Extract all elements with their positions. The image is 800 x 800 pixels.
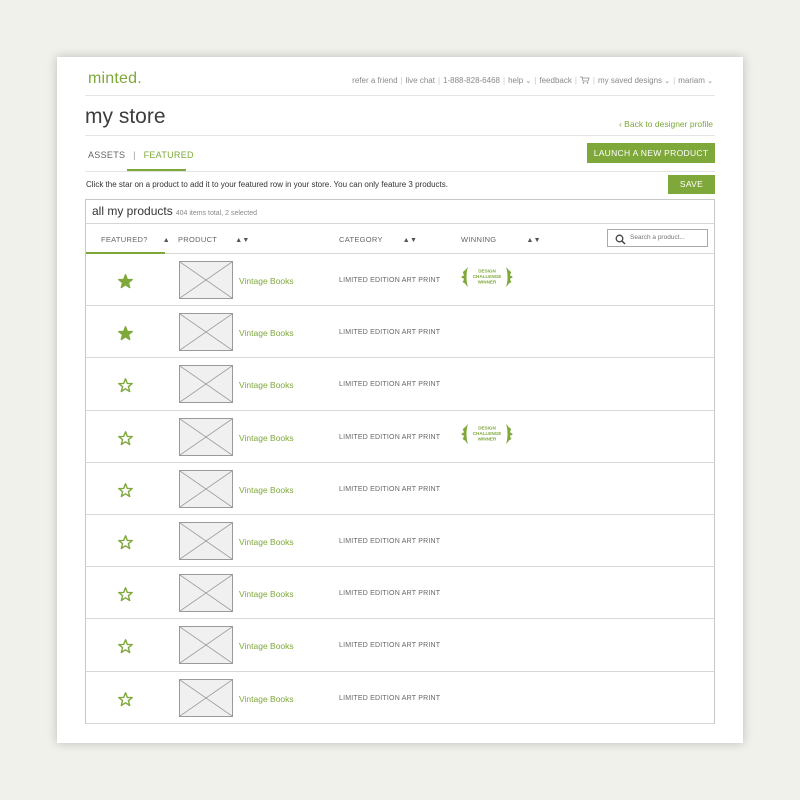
product-search-box[interactable]: [607, 229, 708, 247]
tab-assets[interactable]: ASSETS: [88, 150, 125, 160]
item-count: 404 items total, 2 selected: [175, 210, 258, 217]
product-category: LIMITED EDITION ART PRINT: [339, 433, 441, 441]
tabs-divider: [85, 171, 715, 172]
product-thumbnail-placeholder[interactable]: [179, 313, 233, 352]
product-name-link[interactable]: Vintage Books: [239, 641, 294, 651]
column-header-category[interactable]: CATEGORY ▲▼: [339, 235, 417, 244]
panel-title: all my products 404 items total, 2 select…: [92, 204, 257, 218]
product-thumbnail-placeholder[interactable]: [179, 626, 233, 665]
chevron-down-icon: ⌄: [664, 78, 671, 85]
save-button[interactable]: SAVE: [668, 175, 715, 194]
product-name-link[interactable]: Vintage Books: [239, 328, 294, 338]
product-category: LIMITED EDITION ART PRINT: [339, 538, 441, 545]
star-outline-icon[interactable]: [118, 482, 133, 498]
design-challenge-winner-badge: DESIGNCHALLENGEWINNER: [461, 267, 513, 287]
chevron-down-icon: ⌄: [707, 78, 713, 85]
badge-line-3: WINNER: [478, 280, 497, 285]
nav-saved-designs-dropdown[interactable]: my saved designs ⌄: [598, 76, 670, 85]
product-category: LIMITED EDITION ART PRINT: [339, 590, 441, 598]
row-divider: [86, 722, 714, 724]
design-challenge-winner-badge: DESIGNCHALLENGEWINNER: [461, 423, 513, 444]
minted-logo[interactable]: minted.: [88, 70, 142, 88]
nav-feedback[interactable]: feedback: [539, 76, 571, 85]
badge-line-3: WINNER: [478, 436, 497, 441]
product-search-input[interactable]: [628, 233, 708, 242]
product-category: LIMITED EDITION ART PRINT: [339, 381, 441, 389]
product-name-link[interactable]: Vintage Books: [239, 589, 294, 599]
star-outline-icon[interactable]: [118, 378, 133, 393]
page-title: my store: [85, 105, 166, 128]
sort-icon: ▲▼: [402, 237, 418, 244]
instructions-text: Click the star on a product to add it to…: [86, 180, 448, 189]
table-row: Vintage Books LIMITED EDITION ART PRINT: [86, 463, 714, 515]
column-header-winning[interactable]: WINNING ▲▼: [461, 235, 541, 244]
sort-icon: ▲▼: [526, 237, 541, 244]
nav-user-menu[interactable]: mariam ⌄: [678, 76, 713, 85]
product-category: LIMITED EDITION ART PRINT: [339, 277, 441, 284]
chevron-down-icon: ⌄: [525, 78, 532, 85]
search-icon: [615, 234, 626, 245]
star-filled-icon[interactable]: [118, 274, 133, 289]
column-header-product[interactable]: PRODUCT ▲▼: [178, 235, 250, 244]
table-row: Vintage Books LIMITED EDITION ART PRINT: [86, 515, 714, 568]
product-category: LIMITED EDITION ART PRINT: [339, 642, 441, 650]
tab-bar: ASSETS | FEATURED: [88, 150, 194, 160]
product-name-link[interactable]: Vintage Books: [239, 537, 294, 547]
chevron-left-icon: ‹: [618, 119, 622, 129]
nav-refer-a-friend[interactable]: refer a friend: [352, 76, 397, 85]
table-row: Vintage Books LIMITED EDITION ART PRINT DE…: [86, 411, 714, 463]
star-outline-icon[interactable]: [118, 691, 133, 707]
nav-live-chat[interactable]: live chat: [406, 76, 435, 85]
badge-line-1: DESIGN: [478, 269, 496, 274]
sort-icon: ▲▼: [235, 237, 250, 244]
product-category: LIMITED EDITION ART PRINT: [339, 329, 441, 337]
title-divider: [85, 135, 715, 136]
app-window: minted. refer a friend | live chat | 1-888-8…: [57, 57, 743, 743]
badge-line-1: DESIGN: [478, 425, 496, 430]
product-thumbnail-placeholder[interactable]: [179, 261, 233, 299]
badge-line-2: CHALLENGE: [473, 431, 502, 436]
product-name-link[interactable]: Vintage Books: [239, 694, 294, 704]
product-thumbnail-placeholder[interactable]: [179, 522, 233, 560]
launch-new-product-button[interactable]: LAUNCH A NEW PRODUCT: [587, 143, 715, 163]
star-outline-icon[interactable]: [118, 639, 133, 654]
product-thumbnail-placeholder[interactable]: [179, 365, 233, 404]
cart-icon: [579, 76, 590, 84]
product-name-link[interactable]: Vintage Books: [239, 276, 294, 286]
panel-title-text: all my products: [92, 204, 173, 218]
table-row: Vintage Books LIMITED EDITION ART PRINT: [86, 619, 714, 672]
table-row: Vintage Books LIMITED EDITION ART PRINT: [86, 358, 714, 411]
product-category: LIMITED EDITION ART PRINT: [339, 694, 441, 702]
star-filled-icon[interactable]: [118, 326, 133, 341]
product-category: LIMITED EDITION ART PRINT: [339, 485, 441, 493]
sort-ascending-icon: ▲: [162, 237, 170, 244]
header-divider: [85, 95, 715, 96]
nav-help-dropdown[interactable]: help ⌄: [508, 76, 531, 85]
tab-featured[interactable]: FEATURED: [144, 150, 194, 160]
badge-line-2: CHALLENGE: [473, 274, 502, 279]
table-row: Vintage Books LIMITED EDITION ART PRINT DE…: [86, 254, 714, 307]
table-row: Vintage Books LIMITED EDITION ART PRINT: [86, 567, 714, 620]
product-thumbnail-placeholder[interactable]: [179, 417, 233, 456]
table-row: Vintage Books LIMITED EDITION ART PRINT: [86, 672, 714, 724]
table-row: Vintage Books LIMITED EDITION ART PRINT: [86, 306, 714, 359]
back-to-designer-profile-link[interactable]: ‹ Back to designer profile: [619, 119, 713, 129]
product-name-link[interactable]: Vintage Books: [239, 433, 294, 443]
top-nav: refer a friend | live chat | 1-888-828-6468 |…: [352, 76, 713, 85]
column-header-featured[interactable]: FEATURED? ▲: [101, 235, 170, 244]
product-thumbnail-placeholder[interactable]: [179, 574, 233, 613]
product-thumbnail-placeholder[interactable]: [179, 678, 233, 717]
star-outline-icon[interactable]: [118, 587, 133, 602]
nav-cart[interactable]: [579, 76, 590, 85]
nav-phone-number[interactable]: 1-888-828-6468: [443, 76, 500, 85]
product-thumbnail-placeholder[interactable]: [179, 469, 233, 508]
product-name-link[interactable]: Vintage Books: [239, 380, 294, 390]
star-outline-icon[interactable]: [118, 430, 133, 446]
product-name-link[interactable]: Vintage Books: [239, 485, 294, 495]
panel-header-divider: [86, 223, 714, 224]
star-outline-icon[interactable]: [118, 535, 133, 550]
